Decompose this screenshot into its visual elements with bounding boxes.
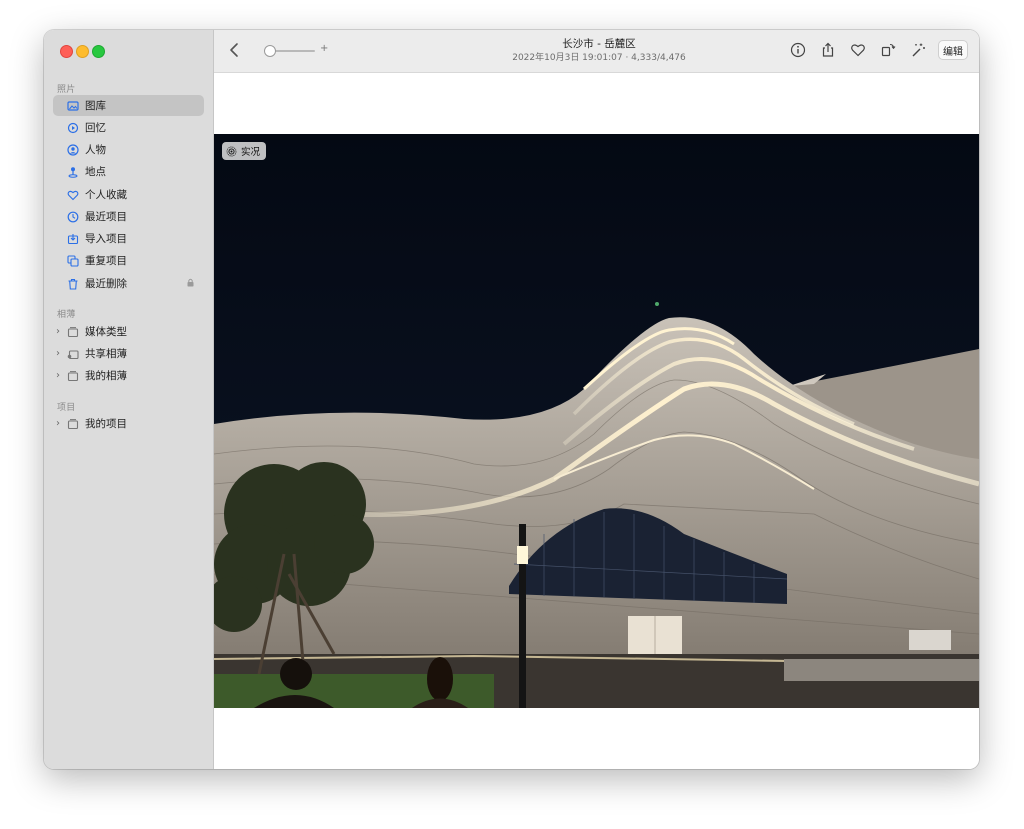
memories-icon	[67, 122, 79, 134]
rotate-icon[interactable]	[880, 42, 896, 58]
magic-wand-icon[interactable]	[910, 42, 926, 58]
sidebar-item-label: 导入项目	[85, 233, 127, 245]
sidebar-item-recents[interactable]: 最近项目	[53, 206, 204, 227]
chevron-right-icon[interactable]: ›	[56, 418, 60, 429]
zoom-slider-knob[interactable]	[264, 45, 276, 57]
sidebar-item-my-albums[interactable]: › 我的相薄	[53, 365, 204, 386]
photo-date-subtitle: 2022年10月3日 19:01:07 · 4,333/4,476	[512, 53, 686, 63]
sidebar-item-my-projects[interactable]: › 我的项目	[53, 413, 204, 434]
import-icon	[67, 233, 79, 245]
section-header-projects: 项目	[57, 403, 76, 413]
sidebar-item-label: 媒体类型	[85, 326, 127, 338]
sidebar-item-label: 人物	[85, 144, 106, 156]
sidebar-item-library[interactable]: 图库	[53, 95, 204, 116]
back-chevron-icon[interactable]	[228, 42, 240, 58]
chevron-right-icon[interactable]: ›	[56, 370, 60, 381]
sidebar: 照片 图库 回忆 人物 地点 个人收藏 最近项目 导入项目 重复项目 最近删除 …	[44, 30, 214, 769]
heart-icon	[67, 189, 79, 201]
clock-icon	[67, 211, 79, 223]
photo-viewer[interactable]: 实况	[214, 134, 979, 708]
sidebar-item-label: 个人收藏	[85, 189, 127, 201]
main-content: + 长沙市 - 岳麓区 2022年10月3日 19:01:07 · 4,333/…	[214, 30, 979, 769]
sidebar-item-label: 地点	[85, 166, 106, 178]
photo-title-block: 长沙市 - 岳麓区 2022年10月3日 19:01:07 · 4,333/4,…	[434, 38, 764, 64]
sidebar-item-label: 重复项目	[85, 255, 127, 267]
chevron-right-icon[interactable]: ›	[56, 348, 60, 359]
share-icon[interactable]	[820, 42, 836, 58]
duplicates-icon	[67, 254, 79, 267]
sidebar-item-favorites[interactable]: 个人收藏	[53, 184, 204, 205]
sidebar-item-shared-albums[interactable]: › 共享相薄	[53, 343, 204, 364]
info-icon[interactable]	[790, 42, 806, 58]
people-icon	[67, 143, 79, 156]
edit-button[interactable]: 编辑	[938, 40, 968, 60]
section-header-photos: 照片	[57, 85, 76, 95]
close-window-button[interactable]	[60, 45, 73, 58]
zoom-in-icon[interactable]: +	[320, 43, 328, 54]
sidebar-item-label: 最近项目	[85, 211, 127, 223]
lock-icon	[187, 278, 194, 287]
toolbar: + 长沙市 - 岳麓区 2022年10月3日 19:01:07 · 4,333/…	[214, 30, 979, 73]
live-photo-icon	[226, 146, 237, 156]
shared-album-icon	[67, 348, 79, 360]
sidebar-item-label: 最近删除	[85, 278, 127, 290]
sidebar-item-media-types[interactable]: › 媒体类型	[53, 321, 204, 342]
zoom-window-button[interactable]	[92, 45, 105, 58]
live-photo-badge[interactable]: 实况	[222, 142, 267, 160]
sidebar-item-imports[interactable]: 导入项目	[53, 228, 204, 249]
album-stack-icon	[67, 370, 79, 382]
sidebar-item-places[interactable]: 地点	[53, 161, 204, 182]
minimize-window-button[interactable]	[76, 45, 89, 58]
section-header-albums: 相薄	[57, 310, 76, 320]
photos-window: 照片 图库 回忆 人物 地点 个人收藏 最近项目 导入项目 重复项目 最近删除 …	[44, 30, 979, 769]
sidebar-item-people[interactable]: 人物	[53, 139, 204, 160]
live-photo-label: 实况	[241, 147, 261, 158]
sidebar-item-label: 回忆	[85, 122, 106, 134]
chevron-right-icon[interactable]: ›	[56, 326, 60, 337]
album-stack-icon	[67, 326, 79, 338]
places-icon	[67, 166, 79, 178]
trash-icon	[67, 278, 79, 290]
sidebar-item-label: 共享相薄	[85, 348, 127, 360]
album-stack-icon	[67, 418, 79, 430]
sidebar-item-memories[interactable]: 回忆	[53, 117, 204, 138]
favorite-heart-icon[interactable]	[850, 42, 866, 58]
photo-library-icon	[67, 100, 79, 112]
photo-location-title: 长沙市 - 岳麓区	[562, 38, 636, 50]
sidebar-item-duplicates[interactable]: 重复项目	[53, 250, 204, 271]
sidebar-item-label: 图库	[85, 100, 106, 112]
night-building-photo	[214, 134, 979, 708]
sidebar-item-recently-deleted[interactable]: 最近删除	[53, 273, 204, 294]
sidebar-item-label: 我的相薄	[85, 370, 127, 382]
sidebar-item-label: 我的项目	[85, 418, 127, 430]
